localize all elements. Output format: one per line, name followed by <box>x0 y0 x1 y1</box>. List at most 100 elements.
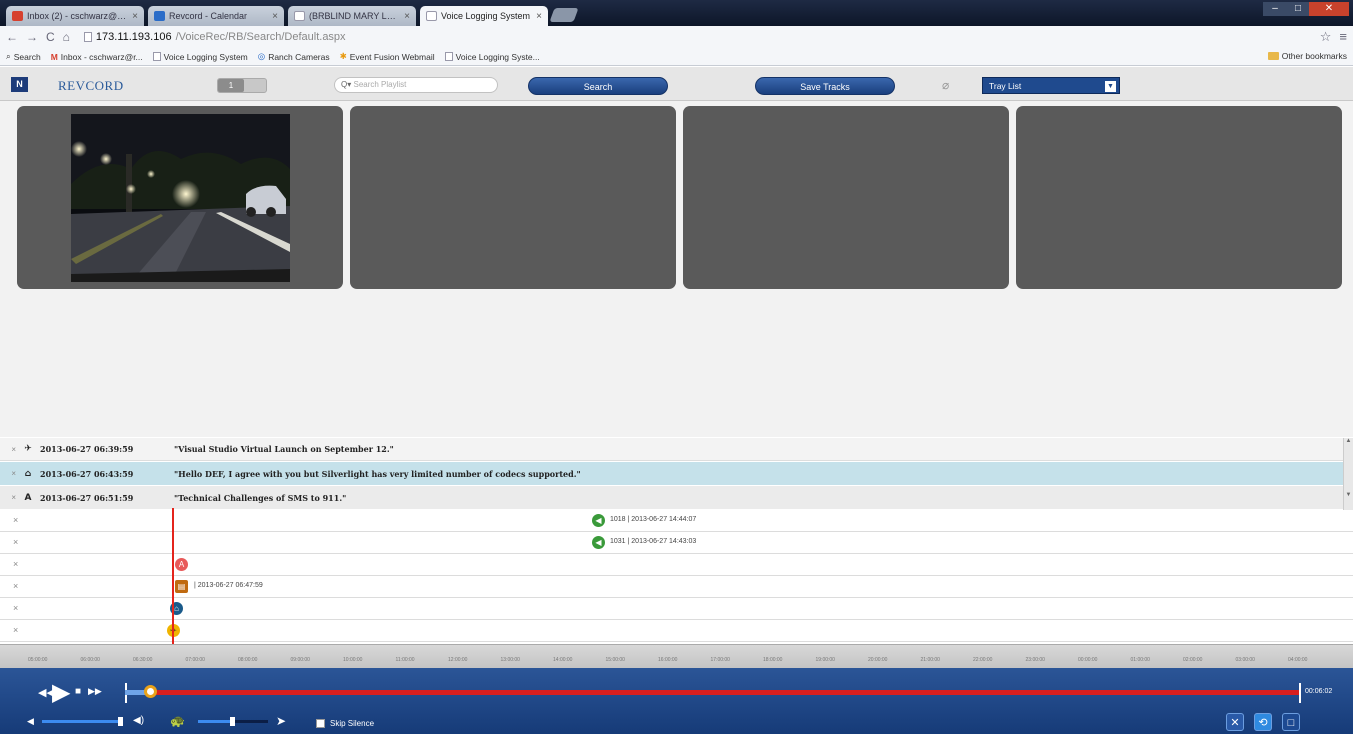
scroll-down-icon[interactable]: ▼ <box>1344 492 1353 498</box>
remove-lane-icon[interactable]: × <box>13 581 18 591</box>
speed-knob[interactable] <box>230 717 235 726</box>
volume-slider[interactable] <box>42 720 120 723</box>
track-lane[interactable]: × ▤ | 2013-06-27 06:47:59 <box>0 576 1353 598</box>
ruler-tick: 19:00:00 <box>815 657 835 663</box>
remove-note-icon[interactable]: × <box>0 445 22 454</box>
bookmark-label: Event Fusion Webmail <box>349 51 435 62</box>
rabbit-icon[interactable]: ➤ <box>276 714 286 728</box>
volume-low-icon[interactable]: ◀ <box>27 716 34 727</box>
close-window-button[interactable]: ✕ <box>1309 2 1349 16</box>
attachment-icon[interactable]: ⌀ <box>942 78 949 92</box>
track-lane[interactable]: × ⌂ <box>0 598 1353 620</box>
timeline-playhead[interactable] <box>172 508 174 648</box>
skip-silence-checkbox[interactable] <box>316 719 325 728</box>
bookmark-label: Search <box>13 51 41 62</box>
volume-high-icon[interactable]: ◀) <box>133 715 144 726</box>
remove-lane-icon[interactable]: × <box>13 537 18 547</box>
note-timestamp: 2013-06-27 06:51:59 <box>40 492 134 503</box>
bookmark-search[interactable]: ⌕ Search <box>6 51 41 62</box>
video-panel-1[interactable] <box>17 106 343 289</box>
app-logo[interactable]: N <box>11 77 28 92</box>
bookmark-voice-logging-2[interactable]: Voice Logging Syste... <box>444 52 540 62</box>
track-lane[interactable]: × ✈ <box>0 620 1353 642</box>
bookmark-voice-logging[interactable]: Voice Logging System <box>152 52 248 62</box>
fusion-icon: ✱ <box>339 51 347 61</box>
call-marker-icon[interactable]: ◀ <box>592 514 605 527</box>
remove-note-icon[interactable]: × <box>0 469 22 478</box>
search-button[interactable]: Search <box>528 77 668 95</box>
close-icon[interactable]: × <box>404 11 410 22</box>
video-panel-2[interactable] <box>350 106 676 289</box>
note-row[interactable]: × ✈ 2013-06-27 06:39:59 "Visual Studio V… <box>0 438 1343 461</box>
tab-calendar[interactable]: Revcord - Calendar × <box>148 6 284 26</box>
bookmark-ranch-cameras[interactable]: ◎ Ranch Cameras <box>258 51 330 62</box>
video-frame[interactable] <box>71 114 290 282</box>
tab-brblind[interactable]: (BRBLIND MARY LOU &... × <box>288 6 416 26</box>
remove-lane-icon[interactable]: × <box>13 515 18 525</box>
track-lane[interactable]: × ◀ 1018 | 2013-06-27 14:44:07 <box>0 510 1353 532</box>
note-row[interactable]: × A 2013-06-27 06:51:59 "Technical Chall… <box>0 486 1343 509</box>
new-tab-button[interactable] <box>549 8 579 22</box>
stop-icon[interactable]: ■ <box>75 686 81 697</box>
bookmark-inbox[interactable]: M Inbox - cschwarz@r... <box>51 52 143 62</box>
search-icon: Q▾ <box>341 80 352 89</box>
loop-icon[interactable]: ⟲ <box>1254 713 1272 731</box>
star-icon[interactable]: ☆ <box>1320 29 1332 45</box>
timeline-ruler[interactable]: 05:00:00 06:00:00 06:30:00 07:00:00 08:00:00… <box>0 644 1353 668</box>
tools-icon[interactable]: ✕ <box>1226 713 1244 731</box>
maximize-button[interactable]: □ <box>1287 2 1309 16</box>
text-note-marker-icon[interactable]: A <box>175 558 188 571</box>
save-tracks-button[interactable]: Save Tracks <box>755 77 895 95</box>
tray-list-select[interactable]: Tray List ▼ <box>982 77 1120 94</box>
minimize-button[interactable]: – <box>1263 2 1287 16</box>
video-panel-4[interactable] <box>1016 106 1342 289</box>
speed-slider-fill[interactable] <box>198 720 232 723</box>
car-icon: ✈ <box>24 444 32 454</box>
back-icon[interactable]: ← <box>6 30 18 44</box>
remove-lane-icon[interactable]: × <box>13 603 18 613</box>
view-toggle[interactable]: 1 <box>217 78 267 93</box>
volume-knob[interactable] <box>118 717 123 726</box>
scroll-up-icon[interactable]: ▲ <box>1344 438 1353 444</box>
progress-track[interactable] <box>150 690 1300 695</box>
close-icon[interactable]: × <box>272 11 278 22</box>
video-panel-3[interactable] <box>683 106 1009 289</box>
fast-forward-icon[interactable]: ▶▶ <box>88 686 102 697</box>
notes-scrollbar[interactable]: ▲ ▼ <box>1343 438 1353 510</box>
ruler-tick: 04:00:00 <box>1288 657 1308 663</box>
ruler-tick: 05:00:00 <box>28 657 48 663</box>
tab-title: Revcord - Calendar <box>169 11 248 21</box>
ruler-tick: 23:00:00 <box>1025 657 1045 663</box>
ruler-tick: 14:00:00 <box>553 657 573 663</box>
remove-note-icon[interactable]: × <box>0 493 22 502</box>
track-lane[interactable]: × ◀ 1031 | 2013-06-27 14:43:03 <box>0 532 1353 554</box>
url-field[interactable]: 173.11.193.106/VoiceRec/RB/Search/Defaul… <box>83 31 346 43</box>
close-icon[interactable]: × <box>536 11 542 22</box>
fullscreen-icon[interactable]: □ <box>1282 713 1300 731</box>
track-lane[interactable]: × A <box>0 554 1353 576</box>
tab-inbox[interactable]: Inbox (2) - cschwarz@wi... × <box>6 6 144 26</box>
forward-icon[interactable]: → <box>26 30 38 44</box>
speed-slider-track[interactable] <box>232 720 268 723</box>
document-marker-icon[interactable]: ▤ <box>175 580 188 593</box>
bookmark-webmail[interactable]: ✱ Event Fusion Webmail <box>340 51 435 62</box>
ruler-tick: 01:00:00 <box>1130 657 1150 663</box>
reload-icon[interactable]: C <box>46 30 55 44</box>
close-icon[interactable]: × <box>132 11 138 22</box>
home-icon[interactable]: ⌂ <box>63 30 70 44</box>
other-bookmarks[interactable]: Other bookmarks <box>1267 51 1347 61</box>
menu-icon[interactable]: ≡ <box>1339 29 1347 45</box>
remove-lane-icon[interactable]: × <box>13 625 18 635</box>
progress-knob[interactable] <box>144 685 157 698</box>
ruler-tick: 07:00:00 <box>185 657 205 663</box>
remove-lane-icon[interactable]: × <box>13 559 18 569</box>
turtle-icon[interactable]: 🐢 <box>170 714 185 728</box>
tab-voice-logging[interactable]: Voice Logging System × <box>420 6 548 26</box>
play-icon[interactable]: ▶ <box>52 678 70 707</box>
ruler-tick: 09:00:00 <box>290 657 310 663</box>
ruler-tick: 03:00:00 <box>1235 657 1255 663</box>
call-marker-icon[interactable]: ◀ <box>592 536 605 549</box>
note-row-selected[interactable]: × ⌂ 2013-06-27 06:43:59 "Hello DEF, I ag… <box>0 462 1343 485</box>
track-lanes: × ◀ 1018 | 2013-06-27 14:44:07 × ◀ 1031 … <box>0 510 1353 644</box>
search-playlist-input[interactable]: Q▾ Search Playlist <box>334 77 498 93</box>
